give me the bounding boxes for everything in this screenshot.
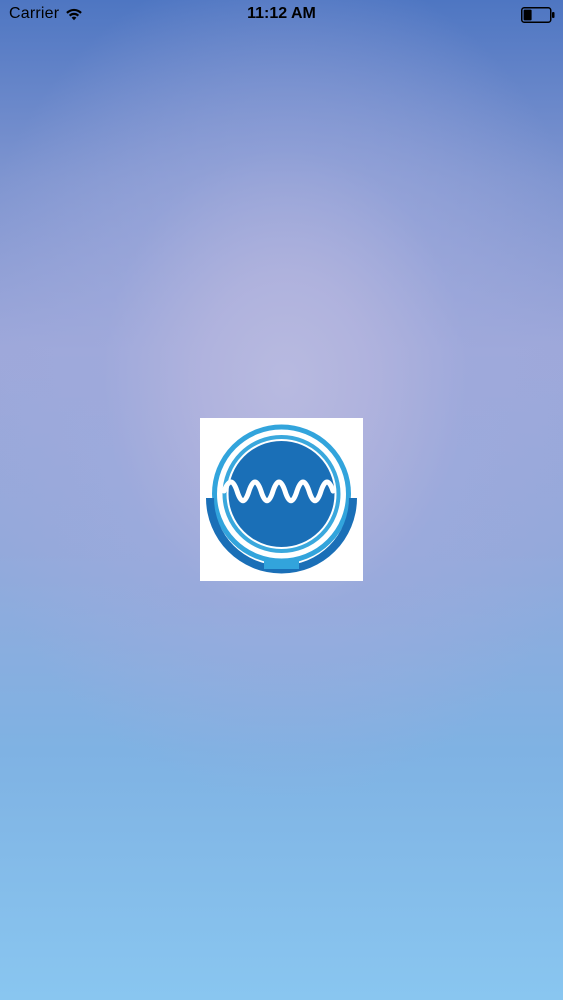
battery-icon <box>521 7 555 23</box>
splash-screen: Carrier 11:12 AM <box>0 0 563 1000</box>
app-logo <box>200 418 363 581</box>
status-time: 11:12 AM <box>247 5 316 22</box>
wave-logo-graphic <box>206 424 357 574</box>
status-bar: Carrier 11:12 AM <box>0 0 563 30</box>
